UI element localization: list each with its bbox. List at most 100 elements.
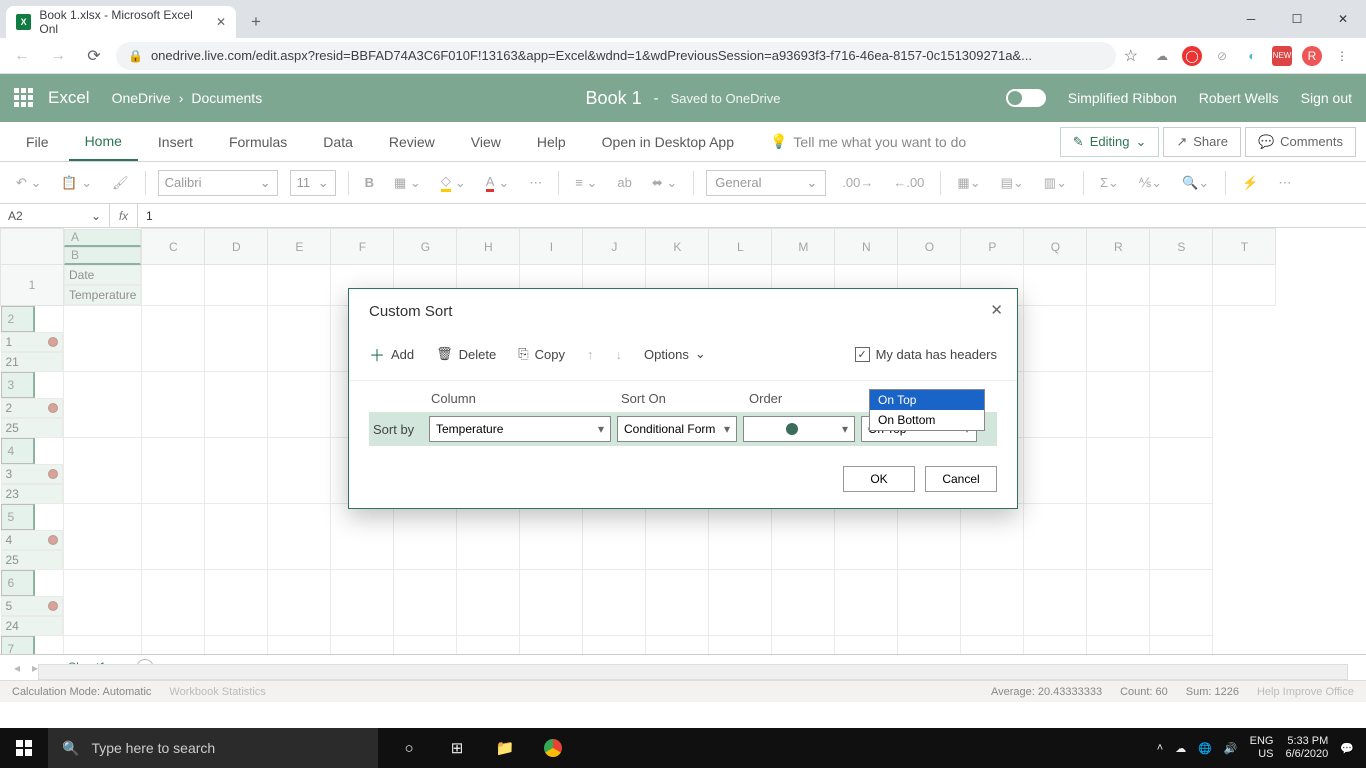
taskbar-search[interactable]: 🔍 Type here to search (48, 728, 378, 768)
browser-tab[interactable]: X Book 1.xlsx - Microsoft Excel Onl ✕ (6, 6, 236, 38)
editing-mode[interactable]: ✎ Editing ⌄ (1060, 127, 1160, 157)
more-commands[interactable]: ⋯ (1274, 172, 1295, 194)
inc-decimal[interactable]: .00→ (838, 172, 877, 193)
fx-icon[interactable]: fx (110, 204, 138, 227)
profile-avatar[interactable]: R (1302, 46, 1322, 66)
tab-help[interactable]: Help (521, 122, 582, 161)
star-icon[interactable]: ☆ (1124, 46, 1138, 66)
autosum[interactable]: Σ⌄ (1096, 172, 1123, 194)
help-improve[interactable]: Help Improve Office (1257, 686, 1354, 698)
headers-checkbox[interactable]: ✓My data has headers (855, 347, 997, 362)
number-format[interactable]: General⌄ (706, 170, 826, 196)
cond-format[interactable]: ▦⌄ (953, 172, 984, 194)
tab-file[interactable]: File (10, 122, 65, 161)
column-select[interactable]: Temperature▾ (429, 416, 611, 442)
find-button[interactable]: 🔍⌄ (1178, 172, 1213, 194)
app-name[interactable]: Excel (48, 88, 90, 108)
document-title[interactable]: Book 1 (586, 88, 642, 109)
options-button[interactable]: Options ⌄ (644, 346, 706, 362)
network-icon[interactable]: 🌐 (1198, 742, 1212, 755)
align-button[interactable]: ≡ ⌄ (571, 172, 601, 194)
dec-decimal[interactable]: ←.00 (889, 172, 928, 193)
add-level-button[interactable]: ＋Add (369, 342, 414, 366)
forward-button[interactable]: → (44, 42, 72, 70)
font-color[interactable]: A⌄ (482, 171, 514, 195)
tab-home[interactable]: Home (69, 122, 138, 161)
paste-button[interactable]: 📋 ⌄ (57, 172, 96, 194)
menu-icon[interactable]: ⋮ (1332, 46, 1352, 66)
maximize-button[interactable]: ☐ (1274, 0, 1320, 38)
name-box[interactable]: A2⌄ (0, 204, 110, 227)
share-button[interactable]: ↗ Share (1163, 127, 1241, 157)
taskview-icon[interactable]: ⊞ (434, 728, 480, 768)
minimize-button[interactable]: ─ (1228, 0, 1274, 38)
clock[interactable]: 5:33 PM6/6/2020 (1285, 735, 1328, 761)
lang-indicator[interactable]: ENGUS (1250, 735, 1274, 761)
sorton-select[interactable]: Conditional Form▾ (617, 416, 737, 442)
cortana-icon[interactable]: ○ (386, 728, 432, 768)
color-select[interactable]: ▾ (743, 416, 855, 442)
more-font[interactable]: ⋯ (525, 172, 546, 194)
tray-up-icon[interactable]: ˄ (1157, 742, 1163, 754)
horizontal-scrollbar[interactable] (38, 664, 1348, 680)
cell-styles[interactable]: ▥⌄ (1040, 172, 1071, 194)
dropdown-option[interactable]: On Bottom (870, 410, 984, 430)
move-up-button[interactable]: ↑ (587, 347, 594, 362)
notifications-icon[interactable]: 💬 (1340, 742, 1354, 755)
wrap-text[interactable]: ab (613, 172, 635, 193)
tab-formulas[interactable]: Formulas (213, 122, 303, 161)
breadcrumb[interactable]: OneDrive (112, 90, 171, 106)
close-window-button[interactable]: ✕ (1320, 0, 1366, 38)
start-button[interactable] (0, 728, 48, 768)
tell-me[interactable]: 💡 Tell me what you want to do (754, 122, 982, 161)
bold-button[interactable]: B (361, 172, 378, 193)
delete-level-button[interactable]: 🗑Delete (436, 346, 496, 362)
workbook-stats[interactable]: Workbook Statistics (169, 686, 265, 698)
format-table[interactable]: ▤⌄ (997, 172, 1028, 194)
close-icon[interactable]: ✕ (990, 301, 1003, 319)
comments-button[interactable]: 💬 Comments (1245, 127, 1356, 157)
breadcrumb[interactable]: Documents (191, 90, 262, 106)
tab-data[interactable]: Data (307, 122, 369, 161)
prev-sheet[interactable]: ◂ (14, 661, 20, 675)
ok-button[interactable]: OK (843, 466, 915, 492)
format-painter[interactable]: 🖌 (108, 172, 133, 194)
tab-view[interactable]: View (455, 122, 517, 161)
explorer-icon[interactable]: 📁 (482, 728, 528, 768)
signout-link[interactable]: Sign out (1301, 90, 1352, 106)
cancel-button[interactable]: Cancel (925, 466, 997, 492)
user-name[interactable]: Robert Wells (1199, 90, 1279, 106)
onedrive-icon[interactable]: ☁ (1175, 742, 1186, 755)
ext-icon[interactable]: NEW (1272, 46, 1292, 66)
font-size[interactable]: 11⌄ (290, 170, 336, 196)
undo-button[interactable]: ↶ ⌄ (12, 172, 45, 194)
open-desktop[interactable]: Open in Desktop App (586, 122, 750, 161)
new-tab-button[interactable]: + (242, 8, 270, 36)
ext-icon[interactable]: ☁ (1152, 46, 1172, 66)
ideas-button[interactable]: ⚡ (1238, 172, 1262, 194)
borders-button[interactable]: ▦ ⌄ (390, 172, 425, 194)
back-button[interactable]: ← (8, 42, 36, 70)
address-bar[interactable]: 🔒 onedrive.live.com/edit.aspx?resid=BBFA… (116, 42, 1116, 70)
dropdown-option[interactable]: On Top (870, 390, 984, 410)
sort-filter[interactable]: ⅍⌄ (1135, 172, 1166, 194)
calc-mode[interactable]: Calculation Mode: Automatic (12, 686, 151, 698)
font-select[interactable]: Calibri⌄ (158, 170, 278, 196)
fill-color[interactable]: ◇⌄ (437, 170, 470, 195)
status-bar: Calculation Mode: Automatic Workbook Sta… (0, 680, 1366, 702)
ribbon-toggle[interactable] (1006, 89, 1046, 107)
tab-review[interactable]: Review (373, 122, 451, 161)
ext-icon[interactable]: ◐ (1242, 46, 1262, 66)
reload-button[interactable]: ⟳ (80, 42, 108, 70)
formula-input[interactable]: 1 (138, 209, 1366, 223)
move-down-button[interactable]: ↓ (616, 347, 623, 362)
ext-icon[interactable]: ◯ (1182, 46, 1202, 66)
merge-button[interactable]: ⬌ ⌄ (648, 172, 681, 194)
copy-level-button[interactable]: ⎘Copy (518, 346, 565, 362)
ext-icon[interactable]: ⊘ (1212, 46, 1232, 66)
close-icon[interactable]: ✕ (216, 15, 226, 29)
volume-icon[interactable]: 🔊 (1224, 742, 1238, 755)
chrome-icon[interactable] (530, 728, 576, 768)
app-launcher-icon[interactable] (14, 88, 34, 108)
tab-insert[interactable]: Insert (142, 122, 209, 161)
